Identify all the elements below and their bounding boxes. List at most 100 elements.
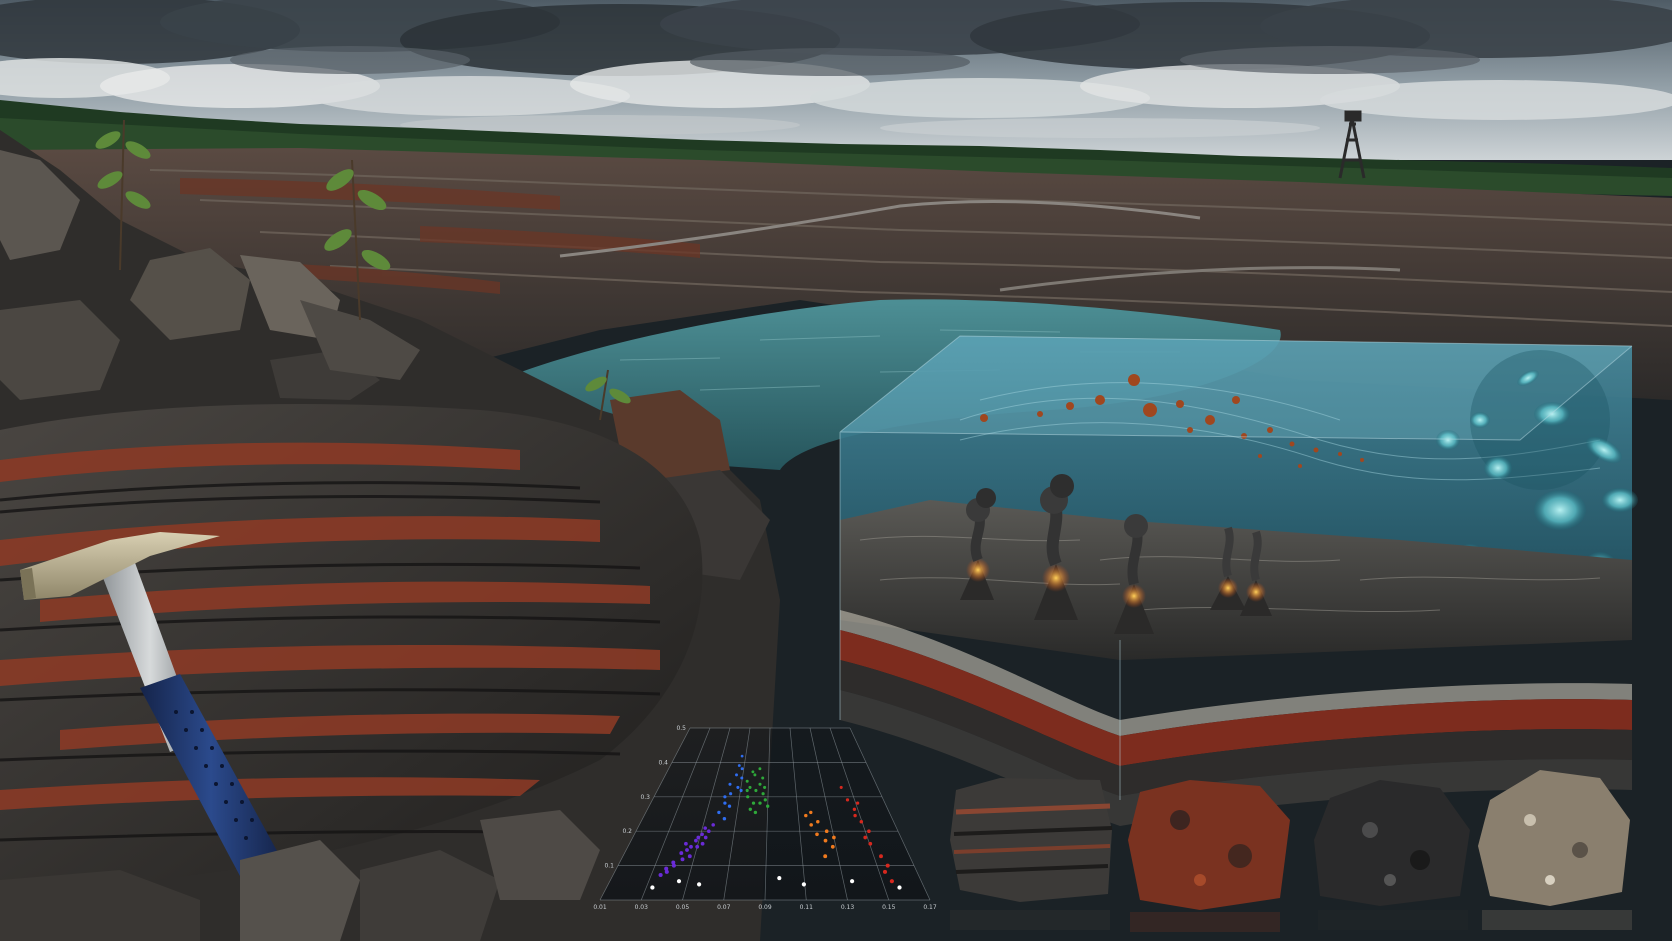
- scatter-point-series-4: [830, 844, 835, 849]
- scatter-point-series-6: [897, 885, 902, 890]
- scatter-point-series-2: [722, 816, 727, 821]
- scatter-point-series-1: [687, 854, 692, 859]
- scatter-point-series-1: [707, 829, 711, 833]
- y-tick-label: 0.2: [622, 828, 632, 835]
- scatter-point-series-6: [777, 876, 782, 881]
- scatter-point-series-6: [801, 882, 807, 887]
- scatter-point-series-3: [758, 767, 762, 771]
- x-tick-label: 0.05: [676, 904, 690, 911]
- x-tick-label: 0.13: [841, 904, 855, 911]
- scatter-point-series-3: [751, 770, 755, 774]
- scatter-point-series-1: [700, 832, 704, 837]
- scatter-point-series-3: [763, 798, 767, 802]
- scatter-point-series-1: [679, 851, 684, 856]
- scatter-point-series-6: [650, 885, 655, 890]
- scatter-point-series-5: [853, 813, 857, 818]
- scatter-point-series-1: [694, 838, 698, 843]
- scatter-point-series-3: [745, 779, 749, 783]
- scatter-point-series-4: [809, 823, 813, 827]
- x-tick-label: 0.15: [882, 904, 896, 911]
- scatter-point-series-5: [859, 820, 864, 824]
- x-tick-label: 0.09: [758, 904, 772, 911]
- y-tick-label: 0.3: [640, 794, 650, 801]
- scatter-point-series-1: [685, 848, 689, 852]
- scatter-point-series-1: [664, 869, 669, 874]
- y-tick-label: 0.1: [604, 863, 614, 870]
- scatter-point-series-3: [766, 804, 770, 808]
- scatter-point-series-5: [867, 829, 871, 833]
- scatter-point-series-3: [763, 785, 767, 789]
- scatter-point-series-3: [753, 810, 758, 815]
- scatter-point-series-2: [723, 795, 727, 799]
- scatter-point-series-5: [889, 879, 894, 884]
- sample-magnetite: [1314, 780, 1470, 906]
- scatter-point-series-2: [737, 764, 741, 767]
- scatter-point-series-5: [868, 841, 873, 846]
- scatter-point-series-5: [885, 863, 890, 868]
- x-tick-label: 0.07: [717, 904, 731, 911]
- scatter-point-series-3: [758, 782, 762, 786]
- scatter-point-series-4: [804, 813, 808, 818]
- scatter-point-series-4: [823, 838, 828, 843]
- scatter-point-series-1: [671, 863, 676, 868]
- scatter-point-series-5: [839, 785, 843, 789]
- scatter-point-series-1: [711, 823, 715, 827]
- x-tick-label: 0.03: [635, 904, 649, 911]
- y-tick-label: 0.5: [676, 725, 686, 732]
- scatter-point-series-3: [761, 792, 765, 796]
- scatter-point-series-3: [753, 773, 757, 777]
- scatter-point-series-3: [751, 801, 756, 805]
- scatter-point-series-3: [748, 785, 752, 789]
- scatter-point-series-1: [703, 835, 708, 840]
- sample-granite: [1478, 770, 1630, 906]
- scatter-point-series-2: [736, 785, 740, 789]
- scatter-point-series-2: [739, 788, 743, 793]
- ancient-ocean-diorama: [839, 335, 1638, 826]
- sample-hematite-jasper: [1128, 780, 1290, 910]
- scatter-point-series-4: [823, 854, 828, 859]
- scatter-point-series-1: [700, 841, 705, 846]
- scatter-point-series-5: [879, 854, 883, 859]
- scatter-point-series-4: [824, 829, 829, 833]
- scatter-point-series-5: [863, 835, 868, 840]
- scatter-point-series-5: [882, 869, 888, 874]
- scatter-point-series-5: [845, 798, 850, 802]
- x-tick-label: 0.17: [923, 904, 937, 911]
- scatter-point-series-2: [740, 754, 744, 758]
- scatter-point-series-2: [740, 767, 744, 771]
- scatter-point-series-6: [850, 879, 855, 884]
- scatter-point-series-2: [735, 773, 738, 777]
- scatter-point-series-6: [696, 882, 702, 887]
- scatter-point-series-2: [723, 801, 727, 805]
- scatter-point-series-4: [815, 832, 819, 837]
- scatter-point-series-4: [816, 820, 820, 824]
- scatter-point-series-2: [728, 782, 732, 786]
- sample-banded-iron: [950, 778, 1113, 902]
- scene-illustration: 0.01 0.03 0.05 0.07 0.09 0.11 0.13 0.15 0.17 0.5 0…: [0, 0, 1672, 941]
- sample-reflections: [950, 910, 1632, 932]
- scatter-point-series-1: [680, 857, 685, 862]
- scatter-point-series-2: [717, 810, 721, 815]
- y-tick-label: 0.4: [658, 759, 668, 766]
- x-tick-label: 0.11: [800, 904, 814, 911]
- quarry-scene: 0.01 0.03 0.05 0.07 0.09 0.11 0.13 0.15 0.17 0.5 0…: [0, 0, 1672, 941]
- scatter-point-series-3: [745, 788, 749, 793]
- scatter-point-series-2: [740, 776, 744, 780]
- scatter-point-series-6: [676, 879, 682, 884]
- scatter-point-series-5: [855, 801, 860, 805]
- scatter-point-series-1: [689, 844, 693, 849]
- scatter-point-series-2: [729, 792, 733, 796]
- scatter-point-series-3: [748, 807, 752, 811]
- scatter-point-series-1: [696, 835, 701, 840]
- scatter-point-series-2: [727, 804, 732, 808]
- scatter-point-series-1: [703, 826, 707, 830]
- scatter-point-series-1: [695, 844, 700, 849]
- scatter-point-series-3: [746, 795, 750, 799]
- x-tick-label: 0.01: [593, 904, 607, 911]
- scatter-point-series-5: [852, 807, 857, 811]
- scatter-point-series-1: [658, 872, 663, 878]
- scatter-point-series-4: [809, 810, 813, 815]
- scatter-point-series-3: [754, 788, 758, 793]
- scatter-point-series-4: [832, 835, 836, 840]
- scatter-point-series-1: [684, 841, 688, 846]
